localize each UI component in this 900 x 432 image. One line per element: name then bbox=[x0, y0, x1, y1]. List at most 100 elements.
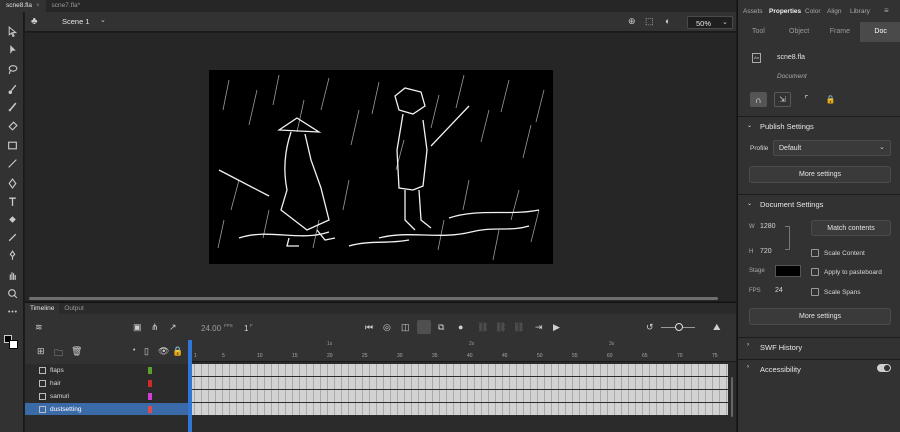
delete-layer-icon[interactable]: 🗑 bbox=[71, 346, 82, 357]
paint-brush-tool-icon[interactable] bbox=[5, 100, 19, 114]
link-dimensions-icon[interactable] bbox=[785, 226, 790, 250]
document-settings-header[interactable]: ⌄ Document Settings bbox=[738, 194, 900, 212]
layer-row-samuri[interactable]: samuri bbox=[25, 390, 188, 402]
frame-row-hair[interactable] bbox=[188, 377, 728, 389]
apply-pasteboard-checkbox[interactable] bbox=[811, 268, 819, 276]
subtab-frame[interactable]: Frame bbox=[820, 22, 861, 42]
subselection-tool-icon[interactable] bbox=[5, 42, 19, 56]
fit-icon[interactable]: ⇲ bbox=[774, 92, 791, 107]
clip-content-icon[interactable]: ⬚ bbox=[645, 16, 654, 27]
subtab-doc[interactable]: Doc bbox=[860, 22, 900, 42]
zoom-select[interactable]: 50% ⌄ bbox=[687, 16, 733, 29]
close-icon[interactable]: × bbox=[36, 0, 40, 12]
tab-timeline[interactable]: Timeline bbox=[25, 303, 60, 314]
accessibility-toggle[interactable] bbox=[877, 364, 891, 372]
center-stage-icon[interactable]: ⊕ bbox=[628, 16, 636, 27]
layer-parenting-icon[interactable]: ⋔ bbox=[151, 322, 159, 333]
selection-tool-icon[interactable] bbox=[5, 24, 19, 38]
loop-icon[interactable]: ⇥ bbox=[535, 322, 543, 333]
stage-color-swatch[interactable] bbox=[775, 265, 801, 277]
paint-bucket-tool-icon[interactable] bbox=[5, 212, 19, 226]
scale-content-checkbox[interactable] bbox=[811, 249, 819, 257]
lock-stage-icon[interactable]: 🔒 bbox=[822, 92, 839, 107]
timeline-zoom-thumb[interactable] bbox=[675, 323, 683, 331]
eyedropper-tool-icon[interactable] bbox=[5, 230, 19, 244]
layer-color-swatch[interactable] bbox=[148, 392, 152, 400]
outline-icon[interactable]: ▯ bbox=[144, 346, 149, 357]
match-contents-button[interactable]: Match contents bbox=[811, 220, 891, 236]
mountain-icon[interactable]: ⛰ bbox=[713, 322, 721, 333]
hand-tool-icon[interactable] bbox=[5, 268, 19, 282]
new-layer-icon[interactable]: ⊞ bbox=[37, 346, 45, 357]
layer-row-flaps[interactable]: flaps bbox=[25, 364, 188, 376]
new-folder-icon[interactable]: 🗀 bbox=[54, 346, 63, 362]
tab-assets[interactable]: Assets bbox=[743, 8, 763, 15]
graph-icon[interactable]: ↗ bbox=[169, 322, 177, 333]
layer-row-dustsetting[interactable]: dustsetting bbox=[25, 403, 188, 415]
lasso-tool-icon[interactable] bbox=[5, 62, 19, 76]
more-tools-icon[interactable] bbox=[5, 304, 19, 318]
chevron-down-icon[interactable]: ⌄ bbox=[100, 16, 106, 24]
edit-multiple-frames-icon[interactable]: ⧉ bbox=[438, 322, 444, 333]
publish-more-settings-button[interactable]: More settings bbox=[749, 166, 891, 183]
insert-keyframe-icon[interactable]: ◎ bbox=[383, 322, 391, 333]
show-all-dot-icon[interactable]: • bbox=[133, 347, 135, 354]
layers-icon[interactable]: ≋ bbox=[35, 322, 43, 333]
fill-color-swatch[interactable] bbox=[9, 340, 18, 349]
accessibility-header[interactable]: › Accessibility bbox=[738, 359, 900, 377]
layer-color-swatch[interactable] bbox=[148, 366, 152, 374]
subtab-tool[interactable]: Tool bbox=[738, 22, 779, 42]
frame-ruler[interactable]: 1s 2s 3s 1510152025303540455055606570758… bbox=[188, 340, 823, 362]
doc-tab-scne7[interactable]: scne7.fla* bbox=[46, 0, 87, 12]
line-tool-icon[interactable] bbox=[5, 156, 19, 170]
frame-row-samuri[interactable] bbox=[188, 390, 728, 402]
eraser-tool-icon[interactable] bbox=[5, 118, 19, 132]
lock-icon[interactable]: 🔒 bbox=[172, 346, 183, 357]
subtab-object[interactable]: Object bbox=[779, 22, 820, 42]
rectangle-tool-icon[interactable] bbox=[5, 138, 19, 152]
document-more-settings-button[interactable]: More settings bbox=[749, 308, 891, 325]
timeline-vertical-scrollbar[interactable] bbox=[728, 362, 736, 432]
frame-row-dustsetting[interactable] bbox=[188, 403, 728, 415]
tab-library[interactable]: Library bbox=[850, 8, 870, 15]
camera-icon[interactable]: ▣ bbox=[133, 322, 142, 333]
frames-grid[interactable] bbox=[188, 362, 728, 432]
corner-icon[interactable]: ⌜ bbox=[798, 92, 815, 107]
scene-name[interactable]: Scene 1 bbox=[62, 17, 90, 26]
stage-horizontal-scrollbar[interactable] bbox=[29, 297, 718, 300]
playhead[interactable] bbox=[188, 340, 192, 362]
first-frame-icon[interactable]: ⏮ bbox=[365, 322, 373, 333]
play-icon[interactable]: ▶ bbox=[553, 322, 560, 333]
undo-icon[interactable]: ↺ bbox=[646, 322, 654, 333]
tab-output[interactable]: Output bbox=[59, 303, 89, 314]
frame-row-flaps[interactable] bbox=[188, 364, 728, 376]
zoom-tool-icon[interactable] bbox=[5, 286, 19, 300]
stage-canvas[interactable] bbox=[209, 70, 553, 264]
text-tool-icon[interactable] bbox=[5, 194, 19, 208]
scroll-thumb[interactable] bbox=[731, 377, 733, 417]
swf-history-header[interactable]: › SWF History bbox=[738, 337, 900, 355]
insert-blank-keyframe-icon[interactable]: ◫ bbox=[401, 322, 410, 333]
rotation-icon[interactable]: ◐ bbox=[665, 16, 670, 26]
eye-icon[interactable]: 👁 bbox=[158, 346, 169, 357]
pen-tool-icon[interactable] bbox=[5, 176, 19, 190]
tab-properties[interactable]: Properties bbox=[769, 8, 801, 15]
doc-tab-scne8[interactable]: scne8.fla × bbox=[0, 0, 46, 12]
tab-align[interactable]: Align bbox=[827, 8, 841, 15]
fps-value[interactable]: 24.00 bbox=[201, 324, 221, 333]
layer-row-hair[interactable]: hair bbox=[25, 377, 188, 389]
fps-field[interactable]: 24 bbox=[775, 287, 783, 294]
tween-icon[interactable]: ● bbox=[458, 322, 463, 332]
layer-color-swatch[interactable] bbox=[148, 379, 152, 387]
current-frame[interactable]: 1 bbox=[244, 324, 248, 333]
brush-tool-icon[interactable] bbox=[5, 82, 19, 96]
scale-spans-checkbox[interactable] bbox=[811, 288, 819, 296]
profile-select[interactable]: Default ⌄ bbox=[773, 140, 891, 156]
panel-menu-icon[interactable]: ≡ bbox=[884, 6, 889, 15]
tab-color[interactable]: Color bbox=[805, 8, 821, 15]
pin-tool-icon[interactable] bbox=[5, 248, 19, 262]
onion-skin-toggle[interactable] bbox=[417, 320, 431, 334]
layer-color-swatch[interactable] bbox=[148, 405, 152, 413]
width-value[interactable]: 1280 bbox=[760, 223, 776, 230]
snap-icon[interactable]: ∩ bbox=[750, 92, 767, 107]
